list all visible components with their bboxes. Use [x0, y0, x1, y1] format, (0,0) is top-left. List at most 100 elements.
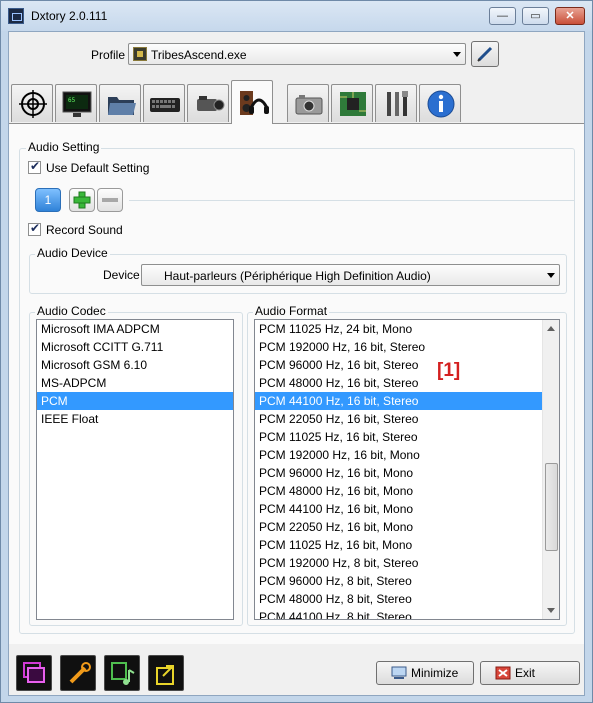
- title-bar[interactable]: Dxtory 2.0.111 — ▭ ✕: [1, 1, 592, 31]
- tab-advanced[interactable]: [331, 84, 373, 122]
- audio-format-items: PCM 11025 Hz, 24 bit, Mono PCM 192000 Hz,…: [255, 320, 559, 619]
- export-button[interactable]: [148, 655, 184, 691]
- scroll-up-icon[interactable]: [547, 326, 555, 331]
- use-default-checkbox-box[interactable]: [28, 159, 41, 174]
- overlay-button[interactable]: [16, 655, 52, 691]
- format-list-item[interactable]: PCM 96000 Hz, 16 bit, Mono: [255, 464, 559, 482]
- audio-codec-title: Audio Codec: [35, 304, 108, 318]
- photo-camera-icon: [295, 95, 323, 115]
- audio-speaker-headphones-icon: [240, 91, 269, 115]
- add-track-button[interactable]: [69, 188, 95, 212]
- chip-icon: [340, 92, 366, 116]
- monitor-small-icon: [391, 666, 407, 679]
- audio-codec-list[interactable]: Microsoft IMA ADPCM Microsoft CCITT G.711…: [36, 319, 234, 620]
- format-list-item[interactable]: PCM 192000 Hz, 16 bit, Stereo: [255, 338, 559, 356]
- format-list-item[interactable]: PCM 192000 Hz, 16 bit, Mono: [255, 446, 559, 464]
- record-sound-checkbox[interactable]: Record Sound: [28, 221, 228, 238]
- keyboard-icon: [150, 98, 180, 112]
- chevron-down-icon: [453, 52, 461, 57]
- annotation-label: [1]: [437, 360, 461, 381]
- minimize-label: Minimize: [411, 666, 459, 680]
- scroll-thumb[interactable]: [545, 463, 558, 551]
- tab-target[interactable]: [11, 84, 53, 122]
- audio-format-title: Audio Format: [253, 304, 330, 318]
- profile-label: Profile: [91, 48, 126, 62]
- exit-button[interactable]: Exit: [480, 661, 580, 685]
- video-camera-icon: [197, 96, 225, 111]
- format-list-item[interactable]: PCM 48000 Hz, 16 bit, Mono: [255, 482, 559, 500]
- audio-track-1-button[interactable]: 1: [35, 188, 61, 212]
- pencil-icon: [477, 46, 493, 62]
- settings-button[interactable]: [60, 655, 96, 691]
- main-panel: Profile TribesAscend.exe 65 Audio Settin…: [8, 31, 585, 696]
- maximize-window-button[interactable]: ▭: [522, 7, 549, 25]
- profile-dropdown[interactable]: TribesAscend.exe: [128, 43, 466, 65]
- wrench-icon: [69, 662, 91, 684]
- windows-stack-icon: [23, 662, 45, 683]
- svg-text:65: 65: [68, 97, 76, 104]
- format-list-item[interactable]: PCM 44100 Hz, 16 bit, Mono: [255, 500, 559, 518]
- format-list-item[interactable]: PCM 48000 Hz, 16 bit, Stereo: [255, 374, 559, 392]
- format-list-item[interactable]: PCM 11025 Hz, 16 bit, Stereo: [255, 428, 559, 446]
- record-sound-label: Record Sound: [46, 223, 123, 237]
- scroll-down-icon[interactable]: [547, 608, 555, 613]
- codec-list-item[interactable]: MS-ADPCM: [37, 374, 233, 392]
- info-icon: [427, 90, 455, 118]
- edit-profile-button[interactable]: [471, 41, 499, 67]
- device-label: Device: [103, 268, 140, 282]
- codec-list-item[interactable]: PCM: [37, 392, 233, 410]
- app-logo-icon: [8, 8, 24, 24]
- tab-info[interactable]: [419, 84, 461, 122]
- record-sound-checkbox-box[interactable]: [28, 221, 41, 236]
- format-list-item[interactable]: PCM 22050 Hz, 16 bit, Stereo: [255, 410, 559, 428]
- format-scrollbar[interactable]: [542, 320, 559, 619]
- format-list-item[interactable]: PCM 192000 Hz, 8 bit, Stereo: [255, 554, 559, 572]
- format-list-item[interactable]: PCM 48000 Hz, 8 bit, Stereo: [255, 590, 559, 608]
- tools-icon: [387, 91, 408, 116]
- music-note-icon: [111, 662, 135, 685]
- folder-icon: [108, 97, 136, 115]
- codec-list-item[interactable]: Microsoft GSM 6.10: [37, 356, 233, 374]
- format-list-item[interactable]: PCM 96000 Hz, 16 bit, Stereo: [255, 356, 559, 374]
- minus-icon: [102, 198, 118, 202]
- use-default-setting-checkbox[interactable]: Use Default Setting: [28, 159, 228, 176]
- tab-display[interactable]: 65: [55, 84, 97, 122]
- audio-format-list[interactable]: PCM 11025 Hz, 24 bit, Mono PCM 192000 Hz,…: [254, 319, 560, 620]
- tab-strip: 65: [9, 80, 584, 124]
- app-window: Dxtory 2.0.111 — ▭ ✕ Profile TribesAscen…: [0, 0, 593, 703]
- format-list-item[interactable]: PCM 44100 Hz, 8 bit, Stereo: [255, 608, 559, 619]
- minimize-button[interactable]: Minimize: [376, 661, 474, 685]
- codec-list-item[interactable]: Microsoft IMA ADPCM: [37, 320, 233, 338]
- tab-hotkey[interactable]: [143, 84, 185, 122]
- codec-list-item[interactable]: IEEE Float: [37, 410, 233, 428]
- close-window-button[interactable]: ✕: [555, 7, 585, 25]
- tab-video[interactable]: [187, 84, 229, 122]
- export-icon: [156, 665, 174, 685]
- audio-setting-title: Audio Setting: [26, 140, 102, 154]
- device-value: Haut-parleurs (Périphérique High Definit…: [164, 269, 431, 283]
- audio-tool-button[interactable]: [104, 655, 140, 691]
- crosshair-icon: [19, 90, 47, 118]
- format-list-item[interactable]: PCM 96000 Hz, 8 bit, Stereo: [255, 572, 559, 590]
- chevron-down-icon: [547, 273, 555, 278]
- track-separator: [129, 200, 575, 201]
- tab-folder[interactable]: [99, 84, 141, 122]
- remove-track-button[interactable]: [97, 188, 123, 212]
- format-list-item[interactable]: PCM 44100 Hz, 16 bit, Stereo: [255, 392, 559, 410]
- window-title: Dxtory 2.0.111: [31, 9, 108, 23]
- tab-audio[interactable]: [231, 80, 273, 124]
- close-icon: [495, 666, 511, 680]
- exit-label: Exit: [515, 666, 536, 680]
- format-list-item[interactable]: PCM 22050 Hz, 16 bit, Mono: [255, 518, 559, 536]
- device-dropdown[interactable]: Haut-parleurs (Périphérique High Definit…: [141, 264, 560, 286]
- game-exe-icon: [133, 47, 147, 61]
- tab-tools[interactable]: [375, 84, 417, 122]
- plus-icon: [73, 191, 91, 209]
- tab-screenshot[interactable]: [287, 84, 329, 122]
- use-default-label: Use Default Setting: [46, 161, 150, 175]
- format-list-item[interactable]: PCM 11025 Hz, 16 bit, Mono: [255, 536, 559, 554]
- codec-list-item[interactable]: Microsoft CCITT G.711: [37, 338, 233, 356]
- minimize-window-button[interactable]: —: [489, 7, 516, 25]
- audio-device-title: Audio Device: [35, 246, 110, 260]
- format-list-item[interactable]: PCM 11025 Hz, 24 bit, Mono: [255, 320, 559, 338]
